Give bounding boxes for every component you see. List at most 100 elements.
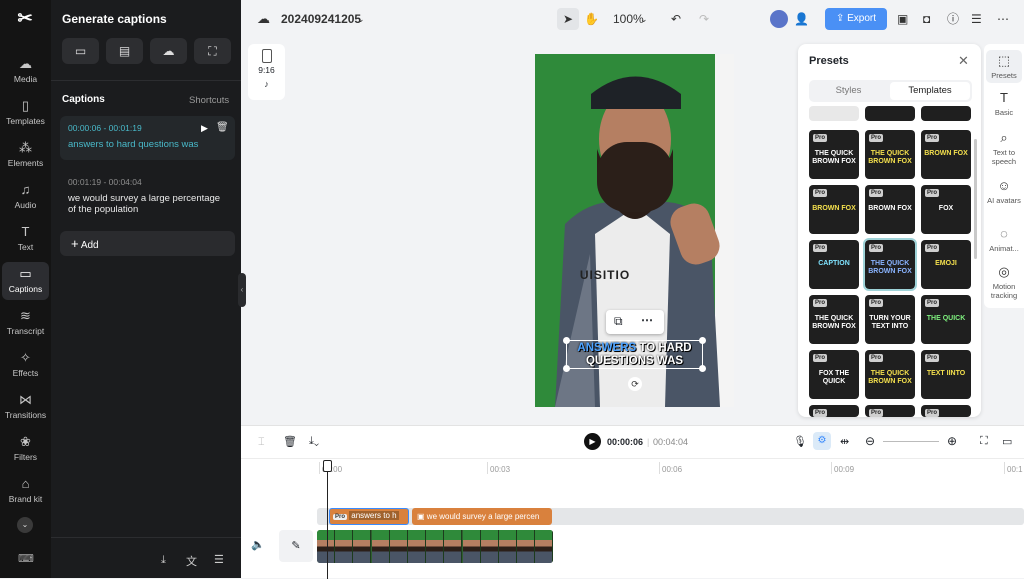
rail-item-audio[interactable]: ♫ Audio xyxy=(2,178,49,216)
split-icon[interactable]: ⌶ xyxy=(258,436,265,449)
redo-icon[interactable]: ↷ xyxy=(699,8,709,30)
template-tile[interactable]: Pro EMOJI xyxy=(921,240,971,289)
rail-item-effects[interactable]: ✧ Effects xyxy=(2,346,49,384)
tab-templates[interactable]: Templates xyxy=(890,82,970,100)
aspect-ratio-card[interactable]: 9:16 ♪ xyxy=(248,44,285,100)
resize-handle[interactable] xyxy=(699,337,706,344)
download-icon[interactable]: ⤓ xyxy=(161,554,166,567)
panel-item-animation[interactable]: ◌ Animat... xyxy=(986,226,1022,253)
template-tile[interactable]: Pro THE QUICK xyxy=(921,295,971,344)
template-tile[interactable]: Pro THE QUICK BROWN FOX xyxy=(863,238,917,291)
resize-handle[interactable] xyxy=(699,365,706,372)
template-tile[interactable]: Pro THE QUICK BROWN FOX xyxy=(865,350,915,399)
template-tile[interactable]: Pro BROWN FOX xyxy=(809,185,859,234)
present-icon[interactable]: ▣ xyxy=(897,8,908,30)
delete-icon[interactable]: 🗑 xyxy=(283,435,297,448)
export-button[interactable]: ⇪ Export xyxy=(825,8,887,30)
caption-settings-icon[interactable]: ☰ xyxy=(214,553,224,566)
rail-item-templates[interactable]: ▯ Templates xyxy=(2,94,49,132)
collapse-panel-handle[interactable]: ‹ xyxy=(238,273,246,307)
panel-item-motion-tracking[interactable]: ◎ Motion tracking xyxy=(986,264,1022,300)
panel-item-presets[interactable]: ⬚ Presets xyxy=(986,50,1022,83)
template-tile[interactable] xyxy=(921,106,971,121)
template-tile[interactable]: Pro xyxy=(921,405,971,417)
capcut-logo[interactable]: ✂ xyxy=(12,8,38,28)
template-tile[interactable]: Pro THE QUICK BROWN FOX xyxy=(865,130,915,179)
playhead-handle[interactable] xyxy=(323,460,332,472)
select-tool-icon[interactable]: ➤ xyxy=(557,8,579,30)
template-tile[interactable]: Pro TURN YOUR TEXT INTO xyxy=(865,295,915,344)
template-tile[interactable]: Pro CAPTION xyxy=(809,240,859,289)
delete-icon[interactable]: 🗑 xyxy=(216,122,229,133)
rotate-icon[interactable]: ⟳ xyxy=(628,377,642,391)
template-tile[interactable] xyxy=(809,106,859,121)
more-icon[interactable]: ⋯ xyxy=(997,8,1009,30)
ai-icon[interactable]: ⚙ xyxy=(813,432,831,450)
caption-clip-1[interactable]: Pro answers to h xyxy=(329,508,409,525)
rail-item-brand-kit[interactable]: ⌂ Brand kit xyxy=(2,472,49,510)
panel-item-ai-avatars[interactable]: ☺ AI avatars xyxy=(986,178,1022,205)
caption-text[interactable]: we would survey a large percentage of th… xyxy=(68,193,227,215)
undo-icon[interactable]: ↶ xyxy=(671,8,681,30)
comment-icon[interactable]: ▭ xyxy=(1002,435,1012,448)
scan-captions-button[interactable]: ⛶ xyxy=(194,38,231,64)
resize-handle[interactable] xyxy=(563,365,570,372)
split-screen-icon[interactable]: ⇹ xyxy=(840,435,849,448)
zoom-slider[interactable] xyxy=(883,441,939,442)
chevron-down-icon[interactable]: ⌄ xyxy=(357,8,365,30)
resize-handle[interactable] xyxy=(563,337,570,344)
layers-icon[interactable]: ☰ xyxy=(971,8,982,30)
scrollbar[interactable] xyxy=(974,139,977,259)
edit-cover-icon[interactable]: ✎ xyxy=(279,530,313,562)
chevron-down-icon[interactable]: ⌄ xyxy=(640,8,648,30)
template-tile[interactable]: Pro BROWN FOX xyxy=(921,130,971,179)
play-button[interactable]: ▶ xyxy=(584,433,601,450)
panel-item-text-to-speech[interactable]: ⌕ Text to speech xyxy=(986,130,1022,166)
rail-item-media[interactable]: ☁ Media xyxy=(2,52,49,90)
shortcuts-link[interactable]: Shortcuts xyxy=(189,95,229,106)
microphone-icon[interactable]: 🎙 xyxy=(793,435,807,448)
notification-icon[interactable]: ◘ xyxy=(923,8,930,30)
project-name[interactable]: 202409241205 xyxy=(281,8,361,30)
template-tile[interactable] xyxy=(865,106,915,121)
auto-captions-button[interactable]: ▭ xyxy=(62,38,99,64)
rail-item-transcript[interactable]: ≋ Transcript xyxy=(2,304,49,342)
more-icon[interactable]: ⋯ xyxy=(641,313,653,327)
download-icon[interactable]: ⤓⌄ xyxy=(309,435,319,448)
template-tile[interactable]: Pro BROWN FOX xyxy=(865,185,915,234)
video-clip[interactable] xyxy=(317,530,553,563)
duplicate-icon[interactable]: ⧉ xyxy=(614,314,623,329)
template-tile[interactable]: Pro xyxy=(865,405,915,417)
keyboard-icon[interactable]: ⌨ xyxy=(18,552,34,565)
upload-captions-button[interactable]: ☁ xyxy=(150,38,187,64)
rail-item-text[interactable]: T Text xyxy=(2,220,49,258)
mute-icon[interactable]: 🔈 xyxy=(241,529,275,561)
caption-text-box[interactable]: ANSWERS TO HARD QUESTIONS WAS xyxy=(563,337,706,372)
template-tile[interactable]: Pro FOX THE QUICK xyxy=(809,350,859,399)
tab-styles[interactable]: Styles xyxy=(809,80,888,102)
caption-item-2[interactable]: 00:01:19 - 00:04:04 we would survey a la… xyxy=(60,170,235,220)
template-tile[interactable]: Pro FOX xyxy=(921,185,971,234)
chevron-down-icon[interactable]: ⌄ xyxy=(17,517,33,533)
playhead[interactable] xyxy=(327,460,328,579)
translate-icon[interactable]: 文 xyxy=(186,553,197,569)
rail-item-captions[interactable]: ▭ Captions xyxy=(2,262,49,300)
add-caption-button[interactable]: + Add xyxy=(60,231,235,256)
zoom-in-icon[interactable]: ⊕ xyxy=(947,434,957,448)
fullscreen-icon[interactable]: ⛶ xyxy=(980,435,988,448)
play-icon[interactable]: ▶ xyxy=(201,123,208,134)
rail-item-transitions[interactable]: ⋈ Transitions xyxy=(2,388,49,426)
template-tile[interactable]: Pro TEXT IINTO xyxy=(921,350,971,399)
close-icon[interactable]: ✕ xyxy=(958,53,969,69)
user-icon[interactable]: 👤 xyxy=(794,8,809,30)
panel-item-basic-text[interactable]: T Basic xyxy=(986,90,1022,117)
avatar[interactable] xyxy=(770,10,788,28)
template-tile[interactable]: Pro xyxy=(809,405,859,417)
rail-item-filters[interactable]: ❀ Filters xyxy=(2,430,49,468)
caption-clip-2[interactable]: ▣ we would survey a large percen xyxy=(412,508,552,525)
caption-text[interactable]: answers to hard questions was xyxy=(68,139,227,150)
rail-item-elements[interactable]: ⁂ Elements xyxy=(2,136,49,174)
zoom-out-icon[interactable]: ⊖ xyxy=(865,434,875,448)
caption-item-1[interactable]: 00:00:06 - 00:01:19 answers to hard ques… xyxy=(60,116,235,160)
hand-tool-icon[interactable]: ✋ xyxy=(584,8,599,30)
